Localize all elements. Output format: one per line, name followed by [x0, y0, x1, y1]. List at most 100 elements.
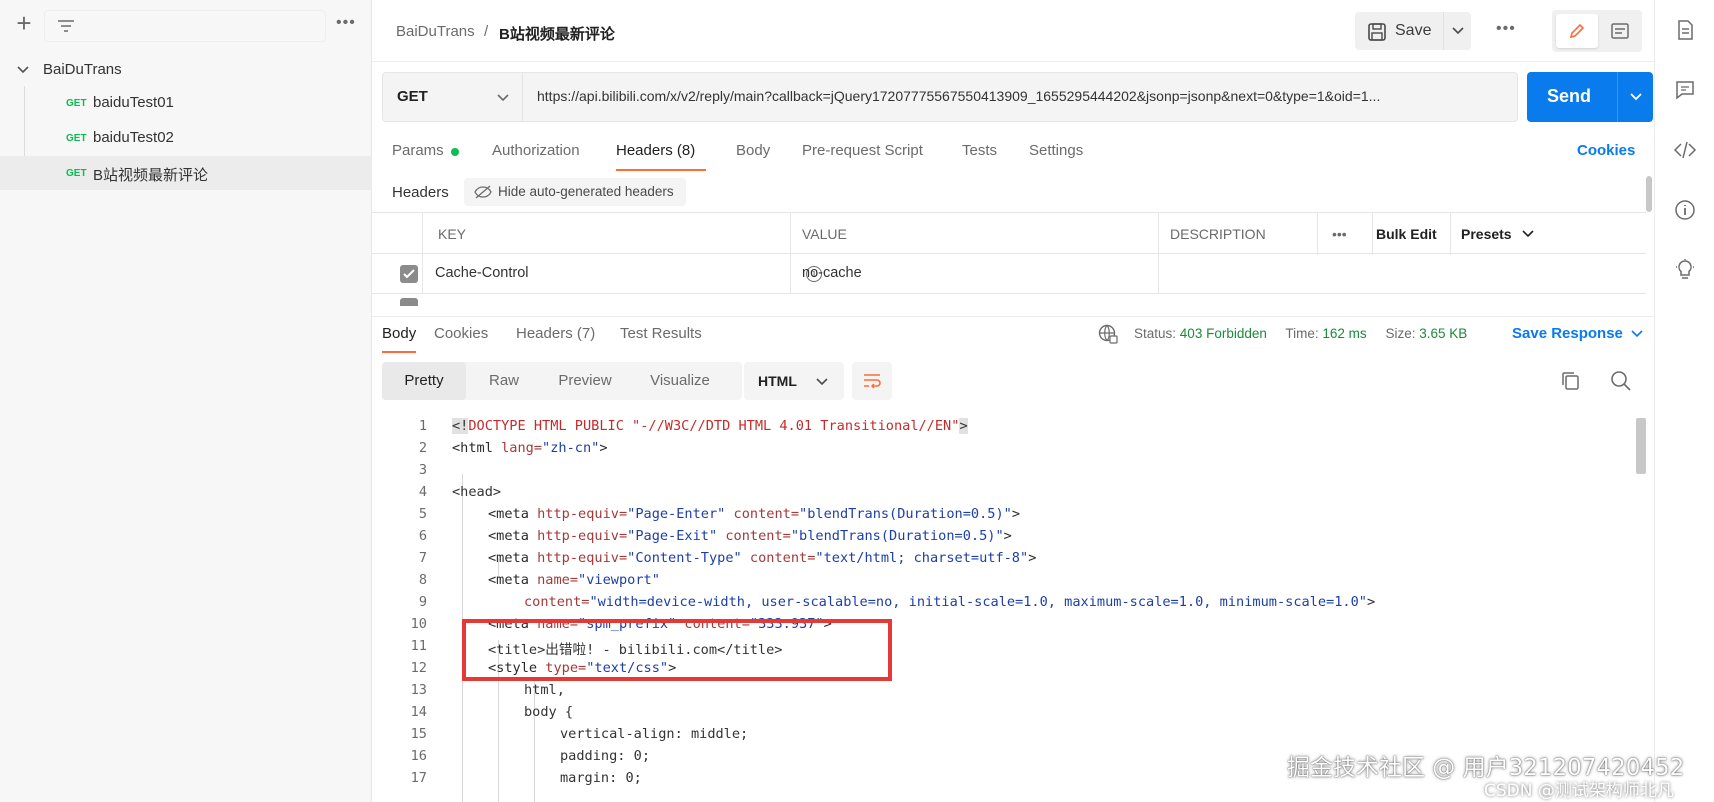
tab-params[interactable]: Params	[392, 142, 444, 159]
sidebar-more-icon[interactable]: •••	[336, 14, 356, 32]
request-method-badge: GET	[66, 98, 87, 109]
wrap-lines-icon	[864, 374, 881, 389]
response-tab-body[interactable]: Body	[382, 325, 416, 342]
filter-input[interactable]	[44, 10, 326, 42]
header-value[interactable]: no-cache	[802, 265, 862, 281]
sidebar: + ••• BaiDuTrans GET baiduTest01 GET bai…	[0, 0, 372, 802]
cookies-link[interactable]: Cookies	[1577, 142, 1635, 159]
line-number: 2	[418, 440, 427, 456]
search-icon[interactable]	[1610, 370, 1632, 392]
copy-icon[interactable]	[1560, 370, 1582, 392]
collection-baidutrans[interactable]: BaiDuTrans	[0, 54, 372, 86]
sidebar-toolbar: + •••	[0, 0, 372, 52]
request-method-badge: GET	[66, 133, 87, 144]
url-bar: GET https://api.bilibili.com/x/v2/reply/…	[382, 72, 1518, 122]
method-select[interactable]: GET	[383, 73, 523, 121]
request-item-active[interactable]: GET B站视频最新评论	[0, 156, 372, 190]
chevron-down-icon	[1631, 330, 1643, 338]
request-item[interactable]: GET baiduTest01	[0, 86, 372, 120]
response-code-viewer[interactable]: 1 <!DOCTYPE HTML PUBLIC "-//W3C//DTD HTM…	[372, 410, 1654, 802]
header-key[interactable]: Cache-Control	[435, 265, 529, 281]
time-value[interactable]: 162 ms	[1322, 326, 1366, 341]
column-divider	[790, 213, 791, 255]
scrollbar-thumb[interactable]	[1636, 418, 1646, 474]
lightbulb-icon[interactable]	[1673, 258, 1697, 282]
line-number: 16	[410, 748, 427, 764]
method-value: GET	[397, 88, 428, 105]
url-input[interactable]: https://api.bilibili.com/x/v2/reply/main…	[537, 88, 1509, 104]
request-tabs: Params Authorization Headers (8) Body Pr…	[372, 138, 1654, 172]
column-divider	[1372, 213, 1373, 255]
headers-scrollbar[interactable]	[1646, 170, 1654, 310]
headers-toolbar: Headers Hide auto-generated headers	[372, 176, 1654, 208]
comments-icon[interactable]	[1673, 78, 1697, 102]
save-response-button[interactable]: Save Response	[1512, 325, 1643, 342]
wrap-lines-button[interactable]	[852, 362, 892, 400]
mode-raw[interactable]: Raw	[466, 362, 542, 400]
collection-name: BaiDuTrans	[43, 61, 122, 78]
scrollbar-thumb[interactable]	[1646, 176, 1652, 212]
size-value[interactable]: 3.65 KB	[1419, 326, 1467, 341]
code-scrollbar[interactable]	[1634, 410, 1648, 720]
request-name: baiduTest02	[93, 129, 174, 146]
send-button[interactable]: Send	[1527, 72, 1617, 122]
save-label: Save	[1395, 22, 1432, 39]
column-divider	[1158, 254, 1159, 294]
column-key: KEY	[438, 226, 467, 242]
globe-network-icon[interactable]	[1097, 323, 1119, 345]
headers-table-header: KEY VALUE DESCRIPTION ••• Bulk Edit Pres…	[372, 212, 1646, 255]
mode-visualize[interactable]: Visualize	[628, 362, 732, 400]
eye-off-icon	[474, 185, 492, 199]
request-workspace: BaiDuTrans / B站视频最新评论 Save ••• GET https…	[372, 0, 1654, 802]
tab-body[interactable]: Body	[736, 142, 770, 159]
response-tab-headers[interactable]: Headers (7)	[516, 325, 595, 342]
more-actions-icon[interactable]: •••	[1496, 20, 1516, 38]
breadcrumb-collection[interactable]: BaiDuTrans	[396, 23, 475, 40]
header-enabled-checkbox[interactable]	[400, 298, 418, 306]
column-divider	[422, 254, 423, 294]
breadcrumb-request[interactable]: B站视频最新评论	[499, 23, 615, 44]
code-line: <head>	[452, 484, 502, 500]
annotation-highlight-box	[462, 619, 892, 681]
hide-auto-headers-button[interactable]: Hide auto-generated headers	[464, 178, 686, 206]
send-group: Send	[1527, 72, 1653, 122]
tab-tests[interactable]: Tests	[962, 142, 997, 159]
language-select[interactable]: HTML	[744, 362, 844, 400]
save-dropdown-button[interactable]	[1443, 12, 1471, 50]
header-enabled-checkbox[interactable]	[400, 265, 418, 283]
mode-preview[interactable]: Preview	[542, 362, 628, 400]
code-line: <meta http-equiv="Page-Exit" content="bl…	[488, 528, 1012, 544]
line-number: 10	[410, 616, 427, 632]
tab-headers[interactable]: Headers (8)	[616, 142, 695, 159]
code-line: <html lang="zh-cn">	[452, 440, 608, 456]
line-number: 6	[418, 528, 427, 544]
presets-dropdown[interactable]: Presets	[1461, 226, 1512, 242]
documentation-icon[interactable]	[1673, 18, 1697, 42]
send-dropdown-button[interactable]	[1617, 72, 1653, 122]
tab-settings[interactable]: Settings	[1029, 142, 1083, 159]
documentation-mode-button[interactable]	[1602, 14, 1638, 48]
save-response-label: Save Response	[1512, 325, 1623, 342]
new-item-plus-icon[interactable]: +	[12, 10, 36, 36]
tab-prerequest-script[interactable]: Pre-request Script	[802, 142, 923, 159]
response-tab-cookies[interactable]: Cookies	[434, 325, 488, 342]
line-number: 15	[410, 726, 427, 742]
tab-authorization[interactable]: Authorization	[492, 142, 580, 159]
info-icon[interactable]	[1673, 198, 1697, 222]
table-row-partial	[372, 294, 1646, 306]
save-button[interactable]: Save	[1355, 12, 1443, 50]
edit-mode-button[interactable]	[1556, 14, 1598, 48]
column-description: DESCRIPTION	[1170, 226, 1266, 242]
bulk-edit-button[interactable]: Bulk Edit	[1376, 226, 1437, 242]
code-line: margin: 0;	[560, 770, 642, 786]
status-value[interactable]: 403 Forbidden	[1180, 326, 1267, 341]
line-number: 9	[418, 594, 427, 610]
code-snippet-icon[interactable]	[1673, 138, 1697, 162]
active-tab-underline	[382, 351, 416, 353]
response-tab-test-results[interactable]: Test Results	[620, 325, 702, 342]
mode-pretty[interactable]: Pretty	[382, 362, 466, 400]
column-more-icon[interactable]: •••	[1332, 226, 1347, 242]
chevron-down-icon[interactable]	[16, 62, 30, 76]
request-item[interactable]: GET baiduTest02	[0, 121, 372, 155]
code-line: content="width=device-width, user-scalab…	[524, 594, 1376, 610]
